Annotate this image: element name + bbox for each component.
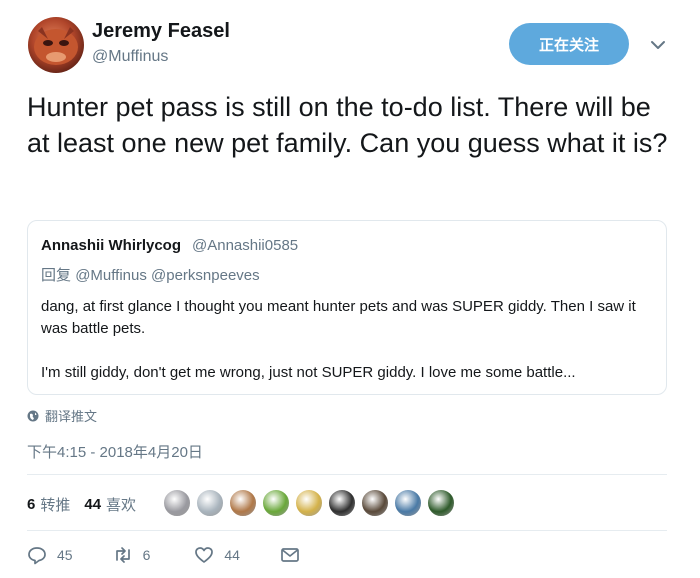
envelope-icon — [281, 548, 299, 562]
reply-prefix: 回复 — [41, 267, 72, 284]
quoted-tweet-body: dang, at first glance I thought you mean… — [41, 296, 641, 384]
reply-action[interactable]: 45 — [27, 545, 73, 565]
likes-count[interactable]: 44 — [84, 496, 101, 513]
following-button[interactable]: 正在关注 — [509, 23, 629, 65]
liker-avatar[interactable] — [394, 489, 422, 517]
reply-count: 45 — [57, 547, 73, 563]
retweet-count: 6 — [142, 547, 151, 563]
retweet-action[interactable]: 6 — [113, 545, 151, 565]
reply-icon — [28, 547, 46, 565]
translate-label: 翻译推文 — [45, 409, 98, 424]
heart-icon — [195, 547, 214, 563]
retweets-count[interactable]: 6 — [27, 496, 35, 513]
quoted-author-name: Annashii Whirlycog — [41, 237, 182, 254]
tweet-timestamp[interactable]: 下午4:15 - 2018年4月20日 — [27, 441, 203, 462]
quoted-reply-line: 回复 @Muffinus @perksnpeeves — [41, 264, 260, 285]
chevron-down-icon[interactable] — [649, 36, 667, 54]
like-count: 44 — [224, 547, 240, 563]
liker-avatar[interactable] — [328, 489, 356, 517]
author-name[interactable]: Jeremy Feasel — [92, 20, 230, 43]
likes-label[interactable]: 喜欢 — [106, 494, 136, 515]
tweet-actions: 45 6 44 — [27, 545, 300, 565]
liker-avatar[interactable] — [196, 489, 224, 517]
liker-avatar[interactable] — [262, 489, 290, 517]
liker-avatars — [163, 489, 455, 517]
engagement-stats: 6 转推 44 喜欢 — [27, 494, 136, 515]
divider — [27, 530, 667, 531]
retweets-label[interactable]: 转推 — [40, 494, 70, 515]
quoted-body-paragraph-1: dang, at first glance I thought you mean… — [41, 298, 636, 337]
reply-mention-muffinus[interactable]: @Muffinus — [75, 267, 147, 284]
divider — [27, 474, 667, 475]
liker-avatar[interactable] — [163, 489, 191, 517]
author-handle[interactable]: @Muffinus — [92, 48, 168, 66]
like-action[interactable]: 44 — [194, 545, 240, 565]
globe-icon — [27, 410, 39, 421]
retweet-icon — [115, 547, 130, 563]
liker-avatar[interactable] — [427, 489, 455, 517]
liker-avatar[interactable] — [229, 489, 257, 517]
author-avatar[interactable] — [28, 17, 84, 73]
quoted-body-paragraph-2: I'm still giddy, don't get me wrong, jus… — [41, 364, 576, 381]
liker-avatar[interactable] — [295, 489, 323, 517]
translate-tweet-link[interactable]: 翻译推文 — [27, 406, 97, 425]
direct-message-action[interactable] — [280, 545, 300, 565]
liker-avatar[interactable] — [361, 489, 389, 517]
tweet-text: Hunter pet pass is still on the to-do li… — [27, 92, 668, 158]
quoted-author-handle: @Annashii0585 — [192, 237, 299, 254]
reply-mention-perksnpeeves[interactable]: @perksnpeeves — [151, 267, 260, 284]
